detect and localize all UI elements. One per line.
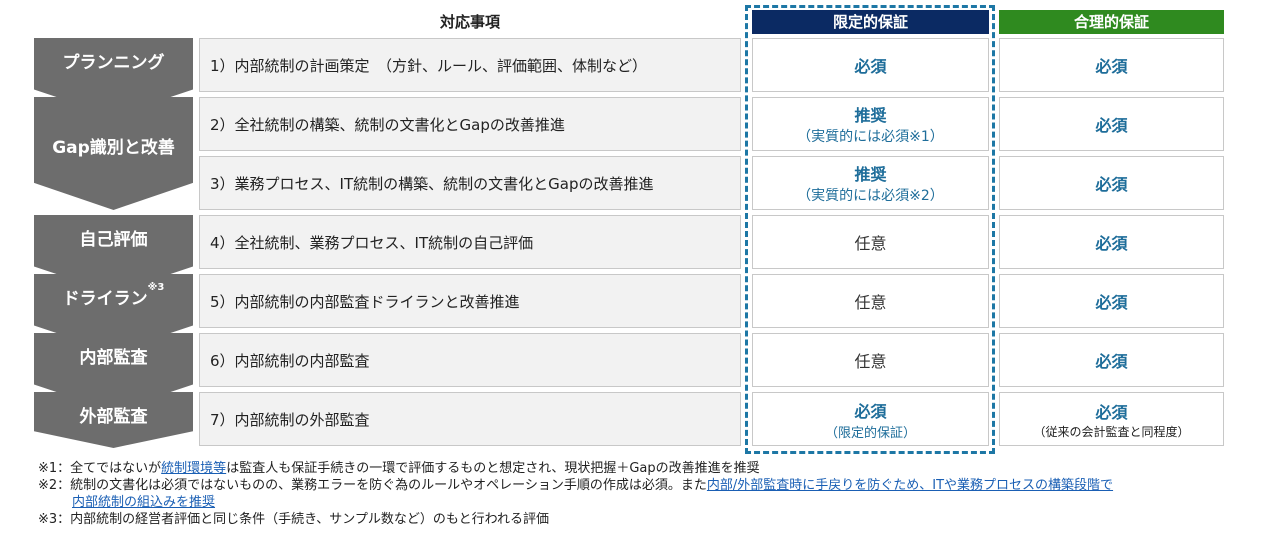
phase-footnote-mark: ※3: [147, 282, 165, 293]
task-cell: 1）内部統制の計画策定 （方針、ルール、評価範囲、体制など）: [199, 38, 741, 92]
task-cell: 6）内部統制の内部監査: [199, 333, 741, 387]
footnote-text: ※2：統制の文書化は必須ではないものの、業務エラーを防ぐ為のルールやオペレーショ…: [38, 478, 707, 493]
requirement-note: （従来の会計監査と同程度）: [1033, 424, 1190, 439]
task-cell: 4）全社統制、業務プロセス、IT統制の自己評価: [199, 215, 741, 269]
reasonable-cell: 必須 （従来の会計監査と同程度）: [999, 392, 1224, 446]
phase-label: 内部監査: [79, 348, 148, 368]
reasonable-cell: 必須: [999, 215, 1224, 269]
phase-label: 自己評価: [79, 230, 148, 250]
reasonable-cell: 必須: [999, 97, 1224, 151]
footnote-link[interactable]: 内部統制の組込みを推奨: [72, 495, 215, 510]
reasonable-cell: 必須: [999, 156, 1224, 210]
phase-gap-identification: Gap識別と改善: [34, 97, 193, 210]
phase-label: Gap識別と改善: [52, 138, 175, 158]
footnote-1: ※1：全てではないが統制環境等は監査人も保証手続きの一環で評価するものと想定され…: [38, 460, 1228, 477]
reasonable-cell: 必須: [999, 38, 1224, 92]
footnote-2-continuation: 内部統制の組込みを推奨: [38, 494, 1228, 511]
task-cell: 3）業務プロセス、IT統制の構築、統制の文書化とGapの改善推進: [199, 156, 741, 210]
phase-label: 外部監査: [79, 407, 148, 427]
footnote-text: ※1：全てではないが: [38, 461, 162, 476]
task-cell: 2）全社統制の構築、統制の文書化とGapの改善推進: [199, 97, 741, 151]
phase-external-audit: 外部監査: [34, 392, 193, 448]
requirement-value: 必須: [1095, 175, 1128, 194]
requirement-value: 必須: [1095, 116, 1128, 135]
footnotes: ※1：全てではないが統制環境等は監査人も保証手続きの一環で評価するものと想定され…: [38, 460, 1228, 528]
requirement-value: 必須: [1095, 352, 1128, 371]
phase-label: ドライラン: [62, 289, 148, 309]
requirement-value: 必須: [1095, 234, 1128, 253]
footnote-link[interactable]: 内部/外部監査時に手戻りを防ぐため、ITや業務プロセスの構築段階で: [707, 478, 1113, 493]
requirement-value: 必須: [1095, 402, 1128, 422]
reasonable-cell: 必須: [999, 274, 1224, 328]
footnote-link[interactable]: 統制環境等: [161, 461, 226, 476]
phase-label: プランニング: [62, 53, 165, 73]
column-header-task: 対応事項: [439, 13, 500, 31]
reasonable-cell: 必須: [999, 333, 1224, 387]
column-header-reasonable-assurance: 合理的保証: [999, 10, 1224, 34]
footnote-2: ※2：統制の文書化は必須ではないものの、業務エラーを防ぐ為のルールやオペレーショ…: [38, 477, 1228, 494]
limited-assurance-highlight-frame: [745, 5, 995, 454]
requirement-value: 必須: [1095, 57, 1128, 76]
footnote-3: ※3：内部統制の経営者評価と同じ条件（手続き、サンプル数など）のもと行われる評価: [38, 512, 549, 527]
requirement-value: 必須: [1095, 293, 1128, 312]
task-cell: 7）内部統制の外部監査: [199, 392, 741, 446]
task-cell: 5）内部統制の内部監査ドライランと改善推進: [199, 274, 741, 328]
footnote-text: は監査人も保証手続きの一環で評価するものと想定され、現状把握＋Gapの改善推進を…: [226, 461, 760, 476]
